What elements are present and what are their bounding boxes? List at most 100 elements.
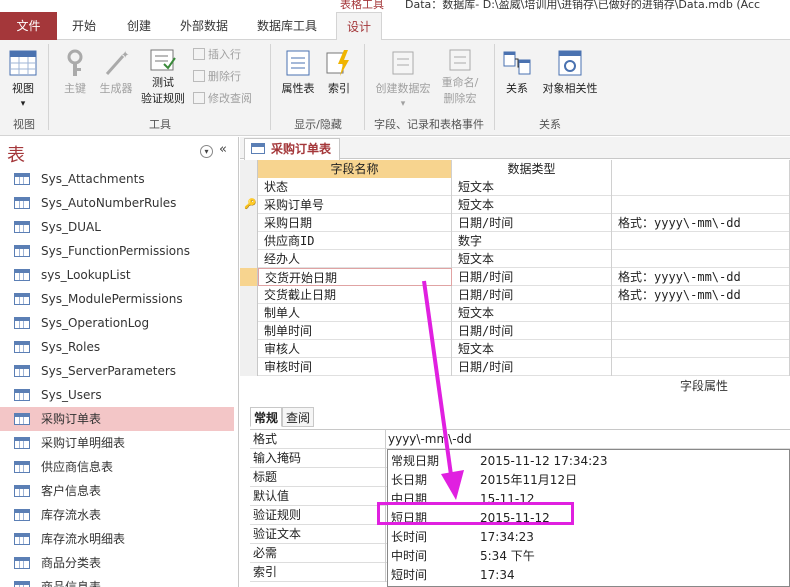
field-name-cell[interactable]: 采购订单号 [258,196,452,214]
data-type-cell[interactable]: 日期/时间 [452,214,612,232]
description-cell[interactable] [612,340,790,358]
tab-general[interactable]: 常规 [250,407,283,427]
field-name-cell[interactable]: 审核时间 [258,358,452,376]
field-name-cell[interactable]: 制单人 [258,304,452,322]
field-name-cell[interactable]: 供应商ID [258,232,452,250]
tab-design[interactable]: 设计 [336,12,383,41]
data-type-cell[interactable]: 日期/时间 [452,322,612,340]
indexes-button[interactable]: 索引 [322,48,356,96]
row-selector[interactable] [240,286,258,304]
object-dependencies-button[interactable]: 对象相关性 [538,48,602,96]
format-option[interactable]: 中时间 5:34 下午 [388,547,789,565]
field-name-cell[interactable]: 交货开始日期 [258,268,452,286]
description-cell[interactable] [612,304,790,322]
data-type-cell[interactable]: 短文本 [452,178,612,196]
field-row[interactable]: 制单人 短文本 [240,304,790,322]
tab-create[interactable]: 创建 [117,12,161,40]
row-selector[interactable] [240,268,258,286]
format-option[interactable]: 长日期 2015年11月12日 [388,471,789,489]
property-sheet-button[interactable]: 属性表 [278,48,318,96]
tab-lookup[interactable]: 查阅 [282,407,315,427]
nav-item-table[interactable]: Sys_OperationLog [0,311,234,335]
nav-item-table[interactable]: 库存流水表 [0,503,234,527]
field-name-cell[interactable]: 采购日期 [258,214,452,232]
row-selector[interactable]: 🔑 [240,196,258,214]
field-name-cell[interactable]: 交货截止日期 [258,286,452,304]
builder-button[interactable]: ✦ 生成器 [96,48,136,96]
row-selector[interactable] [240,304,258,322]
description-cell[interactable] [612,178,790,196]
field-name-cell[interactable]: 审核人 [258,340,452,358]
field-name-cell[interactable]: 制单时间 [258,322,452,340]
nav-item-table[interactable]: sys_LookupList [0,263,234,287]
collapse-pane-icon[interactable]: « [219,142,227,157]
create-data-macros-button[interactable]: 创建数据宏 ▾ [372,48,434,109]
nav-item-table[interactable]: Sys_FunctionPermissions [0,239,234,263]
nav-item-table[interactable]: Sys_DUAL [0,215,234,239]
view-button[interactable]: 视图 ▾ [6,48,40,109]
nav-item-table[interactable]: 采购订单表 [0,407,234,431]
description-cell[interactable] [612,322,790,340]
tab-database-tools[interactable]: 数据库工具 [247,12,327,40]
data-type-cell[interactable]: 短文本 [452,304,612,322]
data-type-cell[interactable]: 日期/时间 [452,286,612,304]
nav-item-table[interactable]: Sys_Attachments [0,167,234,191]
data-type-cell[interactable]: 短文本 [452,340,612,358]
field-row[interactable]: 审核人 短文本 [240,340,790,358]
tab-external-data[interactable]: 外部数据 [170,12,238,40]
nav-item-table[interactable]: Sys_AutoNumberRules [0,191,234,215]
property-value[interactable]: yyyy\-mm\-dd [386,430,790,449]
row-selector[interactable] [240,322,258,340]
modify-lookups-button[interactable]: 修改查阅 [193,90,252,108]
nav-item-table[interactable]: Sys_Roles [0,335,234,359]
format-option[interactable]: 短时间 17:34 [388,566,789,584]
data-type-cell[interactable]: 日期/时间 [452,268,612,286]
nav-item-table[interactable]: 库存流水明细表 [0,527,234,551]
data-type-cell[interactable]: 短文本 [452,250,612,268]
data-type-cell[interactable]: 日期/时间 [452,358,612,376]
nav-item-table[interactable]: 供应商信息表 [0,455,234,479]
description-cell[interactable]: 格式：yyyy\-mm\-dd [612,268,790,286]
field-row[interactable]: 审核时间 日期/时间 [240,358,790,376]
description-cell[interactable] [612,232,790,250]
nav-item-table[interactable]: 商品信息表 [0,575,234,587]
description-cell[interactable] [612,358,790,376]
delete-rows-button[interactable]: 删除行 [193,68,241,86]
row-selector[interactable] [240,178,258,196]
description-cell[interactable] [612,250,790,268]
nav-item-table[interactable]: Sys_Users [0,383,234,407]
tab-home[interactable]: 开始 [62,12,106,40]
nav-item-table[interactable]: 商品分类表 [0,551,234,575]
chevron-down-icon[interactable]: ▾ [200,145,213,158]
test-rules-button[interactable]: 测试 验证规则 [137,48,189,106]
tab-file[interactable]: 文件 [0,12,57,40]
field-row[interactable]: 采购日期 日期/时间 格式：yyyy\-mm\-dd [240,214,790,232]
description-cell[interactable] [612,196,790,214]
nav-item-table[interactable]: Sys_ModulePermissions [0,287,234,311]
nav-item-table[interactable]: Sys_ServerParameters [0,359,234,383]
field-name-cell[interactable]: 状态 [258,178,452,196]
insert-rows-button[interactable]: 插入行 [193,46,241,64]
document-tab[interactable]: 采购订单表 [244,138,341,160]
description-cell[interactable]: 格式：yyyy\-mm\-dd [612,214,790,232]
field-row[interactable]: 🔑 采购订单号 短文本 [240,196,790,214]
field-row[interactable]: 制单时间 日期/时间 [240,322,790,340]
rename-delete-macro-button[interactable]: 重命名/删除宏 [436,48,484,106]
row-selector[interactable] [240,214,258,232]
field-row[interactable]: 状态 短文本 [240,178,790,196]
field-row[interactable]: 经办人 短文本 [240,250,790,268]
relationships-button[interactable]: 关系 [500,48,534,96]
row-selector[interactable] [240,250,258,268]
row-selector[interactable] [240,232,258,250]
field-row[interactable]: 供应商ID 数字 [240,232,790,250]
format-option[interactable]: 常规日期 2015-11-12 17:34:23 [388,452,789,470]
field-row[interactable]: 交货开始日期 日期/时间 格式：yyyy\-mm\-dd [240,268,790,286]
primary-key-button[interactable]: 主键 [58,48,92,96]
data-type-cell[interactable]: 短文本 [452,196,612,214]
nav-item-table[interactable]: 采购订单明细表 [0,431,234,455]
description-cell[interactable]: 格式：yyyy\-mm\-dd [612,286,790,304]
data-type-cell[interactable]: 数字 [452,232,612,250]
row-selector[interactable] [240,358,258,376]
nav-item-table[interactable]: 客户信息表 [0,479,234,503]
field-row[interactable]: 交货截止日期 日期/时间 格式：yyyy\-mm\-dd [240,286,790,304]
